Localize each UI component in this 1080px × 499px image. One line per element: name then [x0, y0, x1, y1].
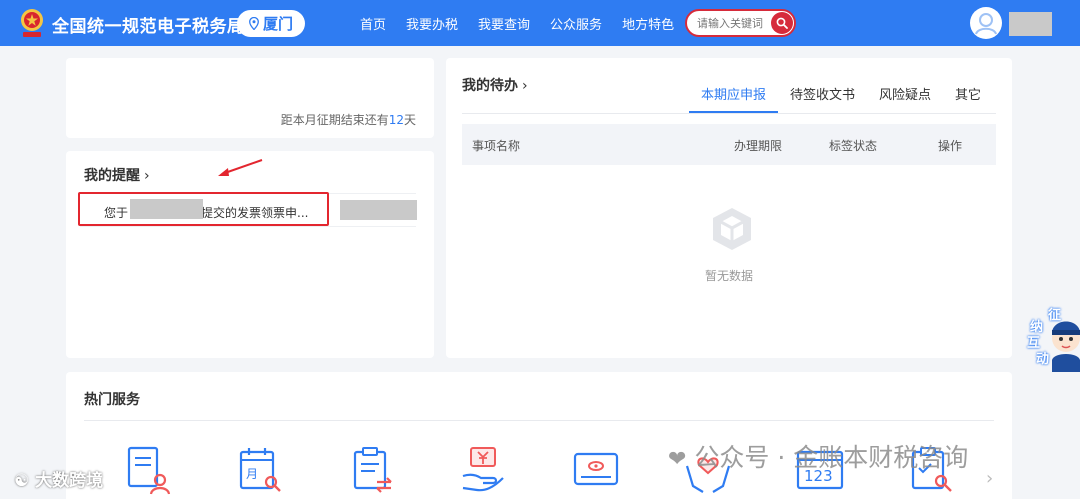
- top-navbar: 全国统一规范电子税务局 厦门 首页 我要办税 我要查询 公众服务 地方特色: [0, 0, 1080, 46]
- empty-box-icon: [713, 208, 751, 250]
- wechat-icon: ❤: [668, 447, 687, 472]
- city-name: 厦门: [262, 15, 293, 33]
- search-input[interactable]: [697, 16, 767, 30]
- city-selector[interactable]: 厦门: [237, 10, 305, 37]
- watermark-right-text: 公众号 · 金账本财税咨询: [694, 443, 969, 472]
- nav-home[interactable]: 首页: [360, 14, 386, 33]
- chevron-right-icon: ›: [144, 168, 150, 184]
- hot-services-title: 热门服务: [84, 392, 140, 408]
- clipboard-exchange-icon[interactable]: [347, 444, 397, 496]
- watermark-logo-icon: ☯: [14, 471, 30, 491]
- reminder-item-prefix: 您于: [104, 206, 129, 220]
- period-countdown: 距本月征期结束还有12天: [281, 111, 416, 128]
- reminder-title-text: 我的提醒: [84, 168, 140, 184]
- watermark-right: ❤ 公众号 · 金账本财税咨询: [668, 438, 968, 474]
- todo-card: 我的待办 › 本期应申报 待签收文书 风险疑点 其它 事项名称 办理期限 标签状态…: [446, 58, 1012, 358]
- nav-do-tax[interactable]: 我要办税: [406, 14, 458, 33]
- todo-title[interactable]: 我的待办 ›: [462, 75, 528, 95]
- empty-state-text: 暂无数据: [704, 269, 753, 283]
- tax-interaction-widget[interactable]: 征 纳 互 动: [1024, 302, 1080, 372]
- tab-risk-doubts[interactable]: 风险疑点: [867, 84, 943, 113]
- hand-yuan-icon[interactable]: [459, 444, 509, 496]
- tax-emblem-icon: [21, 9, 43, 37]
- col-action: 操作: [938, 139, 963, 153]
- redacted-time: [340, 200, 417, 220]
- nav-query[interactable]: 我要查询: [478, 14, 530, 33]
- id-card-icon[interactable]: [571, 444, 621, 496]
- redacted-date: [130, 199, 203, 219]
- col-item-name: 事项名称: [472, 139, 521, 153]
- todo-tabs: 本期应申报 待签收文书 风险疑点 其它: [689, 84, 993, 113]
- period-prefix: 距本月征期结束还有: [280, 113, 389, 127]
- user-avatar[interactable]: [970, 7, 1002, 39]
- col-tag-status: 标签状态: [829, 139, 878, 153]
- tax-period-card: 距本月征期结束还有12天: [66, 58, 434, 138]
- chevron-right-icon: ›: [522, 78, 528, 94]
- calendar-month-search-icon[interactable]: 月: [235, 444, 285, 496]
- nav-public-service[interactable]: 公众服务: [550, 14, 602, 33]
- user-icon: [971, 8, 1001, 38]
- tab-other[interactable]: 其它: [943, 84, 993, 113]
- calendar-month-label: 月: [246, 467, 258, 481]
- carousel-next-icon[interactable]: ›: [986, 468, 993, 489]
- search-icon: [776, 17, 788, 29]
- main-nav: 首页 我要办税 我要查询 公众服务 地方特色: [350, 0, 684, 46]
- nav-local-feature[interactable]: 地方特色: [622, 14, 674, 33]
- site-title[interactable]: 全国统一规范电子税务局: [52, 12, 245, 37]
- widget-char-1: 征: [1048, 308, 1062, 323]
- reminder-item-suffix: 提交的发票领票申...: [201, 206, 309, 220]
- invoice-user-icon[interactable]: [123, 444, 173, 496]
- todo-title-text: 我的待办: [462, 78, 518, 94]
- tab-current-declaration[interactable]: 本期应申报: [689, 84, 779, 113]
- period-days: 12: [388, 113, 404, 127]
- annotation-arrow-icon: [218, 159, 263, 176]
- search-box: [685, 9, 796, 37]
- widget-char-4: 动: [1036, 352, 1050, 367]
- hot-services-card: 热门服务 月 123: [66, 372, 1012, 499]
- reminder-card: 我的提醒 › 您于 提交的发票领票申...: [66, 151, 434, 358]
- table-header: 事项名称 办理期限 标签状态 操作: [462, 124, 996, 165]
- search-button[interactable]: [771, 12, 793, 34]
- tab-documents-to-sign[interactable]: 待签收文书: [778, 84, 867, 113]
- col-deadline: 办理期限: [734, 139, 783, 153]
- hot-divider: [84, 420, 994, 421]
- watermark-left-text: 大数跨境: [35, 471, 104, 491]
- watermark-left: ☯ 大数跨境: [14, 466, 103, 491]
- user-name-redacted[interactable]: [1009, 12, 1052, 36]
- location-pin-icon: [249, 17, 259, 30]
- tab-divider: [462, 113, 996, 114]
- reminder-title[interactable]: 我的提醒 ›: [84, 165, 150, 185]
- period-suffix: 天: [403, 113, 416, 127]
